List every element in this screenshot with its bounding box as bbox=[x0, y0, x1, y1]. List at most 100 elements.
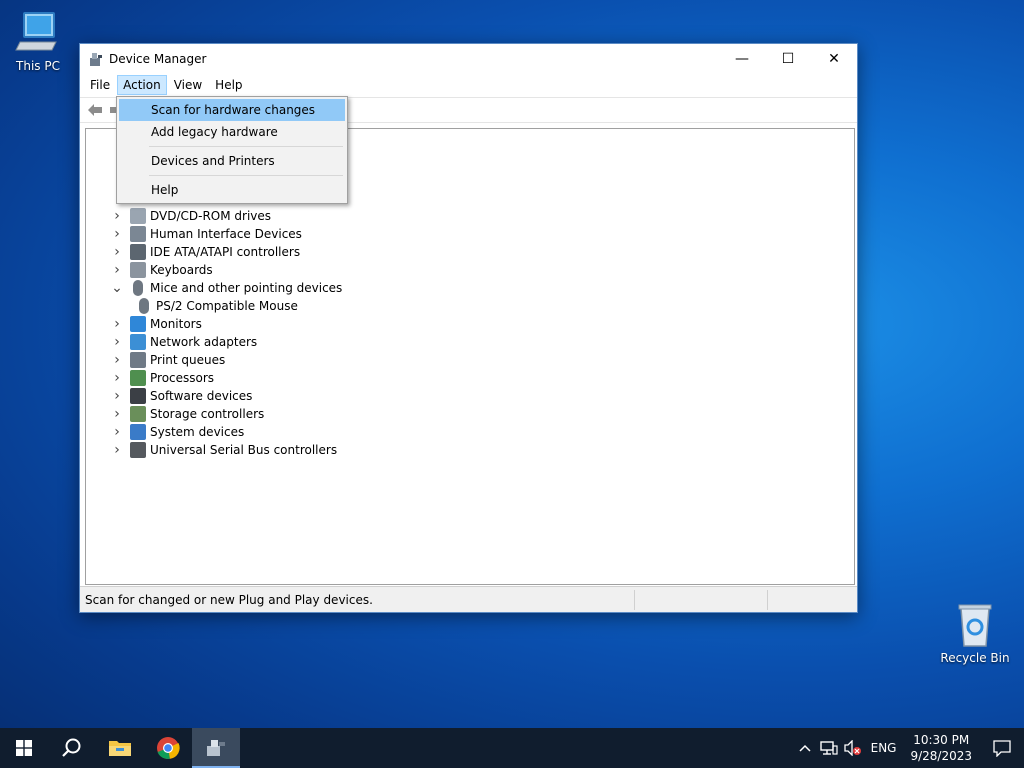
status-pane bbox=[634, 589, 767, 610]
menu-action[interactable]: Action bbox=[117, 75, 167, 95]
mouse-icon bbox=[139, 298, 149, 314]
windows-logo-icon bbox=[16, 740, 32, 756]
tree-category[interactable]: › Storage controllers bbox=[110, 405, 264, 423]
search-button[interactable] bbox=[48, 728, 96, 768]
status-pane bbox=[767, 589, 857, 610]
action-menu: Scan for hardware changes Add legacy har… bbox=[116, 96, 348, 204]
tree-item-label: System devices bbox=[150, 425, 245, 439]
close-button[interactable]: ✕ bbox=[811, 44, 857, 73]
mouse-icon bbox=[133, 280, 143, 296]
search-icon bbox=[62, 738, 81, 757]
tree-item-label: PS/2 Compatible Mouse bbox=[156, 299, 298, 313]
close-icon: ✕ bbox=[828, 50, 840, 67]
tree-category[interactable]: › Keyboards bbox=[110, 261, 213, 279]
tree-category[interactable]: › IDE ATA/ATAPI controllers bbox=[110, 243, 300, 261]
this-pc-label: This PC bbox=[16, 59, 60, 73]
back-button[interactable] bbox=[84, 100, 106, 120]
tree-item-label: Mice and other pointing devices bbox=[150, 281, 343, 295]
chevron-right-icon[interactable]: › bbox=[110, 407, 124, 421]
usb-icon bbox=[130, 442, 146, 458]
desktop-icon-this-pc[interactable]: This PC bbox=[0, 8, 76, 73]
tree-item-label: Human Interface Devices bbox=[150, 227, 302, 241]
menu-item-add-legacy-hardware[interactable]: Add legacy hardware bbox=[119, 121, 345, 143]
network-icon bbox=[819, 741, 838, 755]
menu-bar: File Action View Help bbox=[80, 73, 857, 97]
device-manager-taskbar-button[interactable] bbox=[192, 728, 240, 768]
clock-time: 10:30 PM bbox=[913, 733, 970, 747]
maximize-icon: ☐ bbox=[781, 50, 795, 67]
chevron-right-icon[interactable]: › bbox=[110, 389, 124, 403]
chevron-up-icon bbox=[799, 744, 811, 752]
menu-help[interactable]: Help bbox=[209, 75, 248, 95]
system-device-icon bbox=[130, 424, 146, 440]
maximize-button[interactable]: ☐ bbox=[765, 44, 811, 73]
tree-category[interactable]: › Software devices bbox=[110, 387, 252, 405]
tree-category[interactable]: › Processors bbox=[110, 369, 214, 387]
tree-category[interactable]: › System devices bbox=[110, 423, 244, 441]
chrome-button[interactable] bbox=[144, 728, 192, 768]
tree-item-label: Storage controllers bbox=[150, 407, 265, 421]
folder-icon bbox=[109, 741, 131, 756]
this-pc-icon bbox=[15, 12, 57, 51]
chevron-right-icon[interactable]: › bbox=[110, 371, 124, 385]
recycle-bin-icon bbox=[958, 604, 992, 647]
monitor-icon bbox=[130, 316, 146, 332]
printer-icon bbox=[130, 352, 146, 368]
tree-child-item[interactable]: PS/2 Compatible Mouse bbox=[130, 297, 298, 315]
tree-category[interactable]: › Monitors bbox=[110, 315, 202, 333]
chevron-right-icon[interactable]: › bbox=[110, 263, 124, 277]
chevron-right-icon[interactable]: › bbox=[110, 335, 124, 349]
tree-category[interactable]: › Human Interface Devices bbox=[110, 225, 302, 243]
show-hidden-icons-button[interactable] bbox=[793, 744, 817, 752]
dvd-drive-icon bbox=[130, 208, 146, 224]
notifications-button[interactable] bbox=[980, 739, 1024, 757]
menu-separator bbox=[149, 175, 343, 176]
chevron-right-icon[interactable]: › bbox=[110, 443, 124, 457]
tree-item-label: Keyboards bbox=[150, 263, 213, 277]
keyboard-icon bbox=[130, 262, 146, 278]
desktop-icon-recycle-bin[interactable]: Recycle Bin bbox=[937, 602, 1013, 665]
menu-separator bbox=[149, 146, 343, 147]
start-button[interactable] bbox=[0, 728, 48, 768]
menu-item-devices-and-printers[interactable]: Devices and Printers bbox=[119, 150, 345, 172]
chevron-right-icon[interactable]: › bbox=[110, 227, 124, 241]
chevron-right-icon[interactable]: › bbox=[110, 209, 124, 223]
minimize-icon: — bbox=[735, 50, 749, 67]
chevron-right-icon[interactable]: › bbox=[110, 353, 124, 367]
menu-view[interactable]: View bbox=[168, 75, 208, 95]
tree-category[interactable]: › Network adapters bbox=[110, 333, 257, 351]
volume-tray-button[interactable] bbox=[841, 740, 865, 756]
volume-muted-icon bbox=[843, 740, 861, 756]
tree-item-label: Print queues bbox=[150, 353, 226, 367]
chevron-right-icon[interactable]: › bbox=[110, 425, 124, 439]
window-title: Device Manager bbox=[109, 51, 207, 66]
tree-category[interactable]: ⌄ Mice and other pointing devices bbox=[110, 279, 342, 297]
tree-item-label: Monitors bbox=[150, 317, 202, 331]
ide-controller-icon bbox=[130, 244, 146, 260]
title-bar[interactable]: Device Manager — ☐ ✕ bbox=[80, 44, 857, 73]
clock-date: 9/28/2023 bbox=[910, 749, 972, 763]
tree-item-label: Processors bbox=[150, 371, 215, 385]
tree-item-label: Network adapters bbox=[150, 335, 258, 349]
menu-file[interactable]: File bbox=[84, 75, 116, 95]
chevron-down-icon[interactable]: ⌄ bbox=[110, 281, 124, 295]
tree-category[interactable]: › Print queues bbox=[110, 351, 225, 369]
network-tray-button[interactable] bbox=[817, 740, 841, 756]
menu-item-help[interactable]: Help bbox=[119, 179, 345, 201]
chevron-right-icon[interactable]: › bbox=[110, 317, 124, 331]
tree-category[interactable]: › DVD/CD-ROM drives bbox=[110, 207, 271, 225]
network-adapter-icon bbox=[130, 334, 146, 350]
tree-item-label: IDE ATA/ATAPI controllers bbox=[150, 245, 301, 259]
clock[interactable]: 10:30 PM 9/28/2023 bbox=[902, 732, 980, 764]
tree-item-label: Universal Serial Bus controllers bbox=[150, 443, 338, 457]
processor-icon bbox=[130, 370, 146, 386]
minimize-button[interactable]: — bbox=[719, 44, 765, 73]
tree-category[interactable]: › Universal Serial Bus controllers bbox=[110, 441, 337, 459]
file-explorer-button[interactable] bbox=[96, 728, 144, 768]
hid-icon bbox=[130, 226, 146, 242]
system-tray: ENG 10:30 PM 9/28/2023 bbox=[793, 728, 1024, 768]
language-indicator[interactable]: ENG bbox=[865, 741, 903, 755]
tree-item-label: Software devices bbox=[150, 389, 253, 403]
chevron-right-icon[interactable]: › bbox=[110, 245, 124, 259]
menu-item-scan-hardware[interactable]: Scan for hardware changes bbox=[119, 99, 345, 121]
